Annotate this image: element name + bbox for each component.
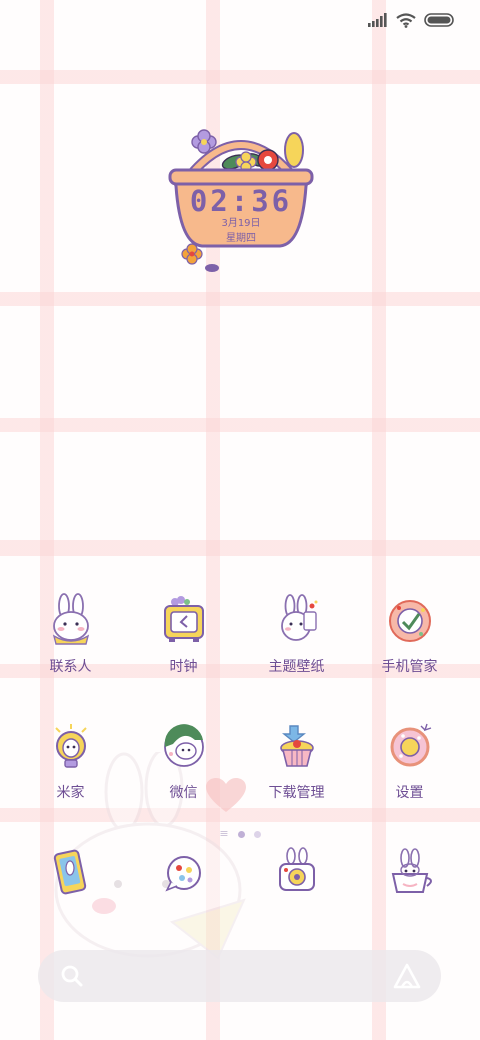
mijia-icon xyxy=(54,724,87,768)
phone-icon xyxy=(53,849,86,895)
page-dot-active[interactable] xyxy=(237,830,245,838)
page-dot[interactable] xyxy=(253,830,261,838)
themes-icon xyxy=(280,594,317,641)
clock-icon xyxy=(163,596,204,642)
app-themes[interactable]: 主题壁纸 xyxy=(240,592,353,718)
browser-icon xyxy=(391,848,432,893)
contacts-icon xyxy=(52,593,89,645)
app-label: 下载管理 xyxy=(268,785,325,801)
page-indicator[interactable]: ≡ xyxy=(0,828,480,840)
app-label: 设置 xyxy=(395,785,424,801)
app-wechat[interactable]: 微信 xyxy=(127,718,240,844)
clock-time: 02:36 xyxy=(189,184,293,218)
search-icon[interactable] xyxy=(60,964,84,988)
settings-icon xyxy=(390,723,431,767)
app-settings[interactable]: 设置 xyxy=(353,718,466,844)
app-list-indicator-icon[interactable]: ≡ xyxy=(219,828,228,840)
app-security[interactable]: 手机管家 xyxy=(353,592,466,718)
search-bar[interactable] xyxy=(38,950,441,1002)
app-label: 米家 xyxy=(56,785,85,801)
downloads-icon xyxy=(279,725,314,767)
wifi-icon xyxy=(396,12,416,28)
app-label: 微信 xyxy=(169,785,198,801)
camera-icon xyxy=(278,847,315,891)
app-mijia[interactable]: 米家 xyxy=(14,718,127,844)
clock-weekday: 星期四 xyxy=(226,233,256,244)
security-icon xyxy=(388,600,431,642)
clock-widget[interactable]: 02:36 3月19日 星期四 xyxy=(162,120,320,280)
status-bar xyxy=(368,10,454,30)
app-label: 联系人 xyxy=(49,659,92,675)
app-downloads[interactable]: 下载管理 xyxy=(240,718,353,844)
app-label: 时钟 xyxy=(169,659,198,675)
app-grid: 联系人 时钟 主题壁纸 手机管家 米家 微信 下载管理 设置 xyxy=(14,592,466,970)
assistant-icon[interactable] xyxy=(393,963,421,989)
app-label: 手机管家 xyxy=(381,659,438,675)
clock-date: 3月19日 xyxy=(221,218,261,229)
app-label: 主题壁纸 xyxy=(268,659,325,675)
messages-icon xyxy=(164,856,201,892)
signal-icon xyxy=(368,13,387,27)
wechat-icon xyxy=(163,724,204,767)
battery-icon xyxy=(424,13,454,27)
app-contacts[interactable]: 联系人 xyxy=(14,592,127,718)
app-clock[interactable]: 时钟 xyxy=(127,592,240,718)
